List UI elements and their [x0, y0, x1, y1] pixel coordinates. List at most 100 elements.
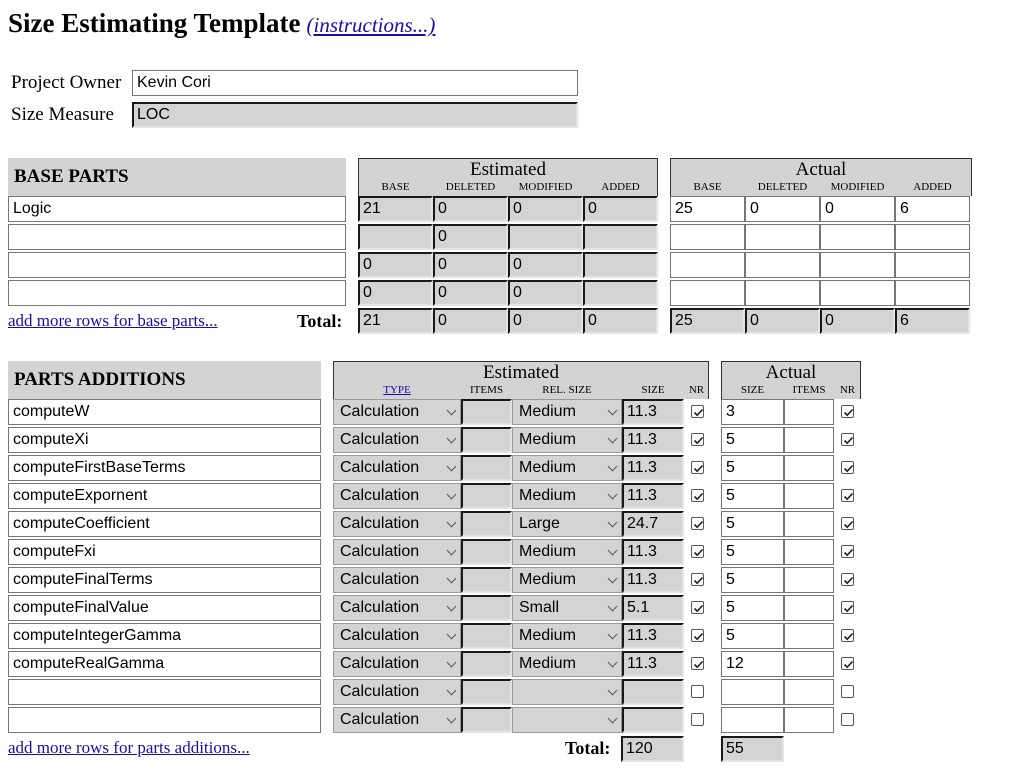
rel-size-select[interactable]: Medium [512, 567, 622, 593]
addition-name-field[interactable]: computeExpornent [8, 483, 321, 509]
act-size-field[interactable]: 5 [721, 595, 784, 621]
type-help-link[interactable]: TYPE [383, 384, 411, 396]
rel-size-select[interactable]: Medium [512, 427, 622, 453]
type-select[interactable]: Calculation [333, 511, 461, 537]
act-nr-checkbox[interactable] [841, 489, 854, 502]
type-select[interactable]: Calculation [333, 567, 461, 593]
act-items-field[interactable] [784, 679, 834, 705]
act-nr-checkbox[interactable] [841, 685, 854, 698]
add-additions-rows-link[interactable]: add more rows for parts additions... [8, 738, 250, 758]
act-items-field[interactable] [784, 567, 834, 593]
base-act-cell[interactable]: 25 [670, 196, 745, 222]
base-act-cell[interactable]: 0 [745, 196, 820, 222]
base-total-est-cell[interactable]: 0 [433, 308, 508, 334]
est-size-field[interactable]: 11.3 [622, 539, 684, 565]
act-size-field[interactable] [721, 679, 784, 705]
base-act-cell[interactable] [895, 280, 970, 306]
size-measure-field[interactable]: LOC [132, 102, 578, 128]
est-nr-checkbox[interactable] [691, 629, 704, 642]
base-act-cell[interactable] [895, 252, 970, 278]
type-select[interactable]: Calculation [333, 707, 461, 733]
est-size-field[interactable]: 11.3 [622, 567, 684, 593]
act-nr-checkbox[interactable] [841, 601, 854, 614]
base-total-est-cell[interactable]: 0 [583, 308, 658, 334]
est-nr-checkbox[interactable] [691, 657, 704, 670]
act-size-field[interactable]: 5 [721, 539, 784, 565]
est-size-field[interactable]: 24.7 [622, 511, 684, 537]
type-select[interactable]: Calculation [333, 455, 461, 481]
act-items-field[interactable] [784, 455, 834, 481]
base-act-cell[interactable] [895, 224, 970, 250]
type-select[interactable]: Calculation [333, 399, 461, 425]
act-items-field[interactable] [784, 707, 834, 733]
type-select[interactable]: Calculation [333, 539, 461, 565]
type-select[interactable]: Calculation [333, 651, 461, 677]
act-items-field[interactable] [784, 399, 834, 425]
base-total-act-cell[interactable]: 0 [820, 308, 895, 334]
base-act-cell[interactable] [745, 252, 820, 278]
base-part-name-field[interactable] [8, 252, 346, 278]
base-total-act-cell[interactable]: 0 [745, 308, 820, 334]
est-nr-checkbox[interactable] [691, 685, 704, 698]
project-owner-field[interactable]: Kevin Cori [132, 70, 578, 96]
est-nr-checkbox[interactable] [691, 713, 704, 726]
act-nr-checkbox[interactable] [841, 573, 854, 586]
additions-total-act-size[interactable]: 55 [721, 736, 784, 762]
act-items-field[interactable] [784, 623, 834, 649]
base-act-cell[interactable] [820, 252, 895, 278]
est-items-field[interactable] [461, 623, 512, 649]
addition-name-field[interactable] [8, 707, 321, 733]
act-size-field[interactable]: 3 [721, 399, 784, 425]
act-nr-checkbox[interactable] [841, 629, 854, 642]
addition-name-field[interactable]: computeFinalTerms [8, 567, 321, 593]
base-part-name-field[interactable] [8, 224, 346, 250]
rel-size-select[interactable]: Small [512, 595, 622, 621]
addition-name-field[interactable]: computeFirstBaseTerms [8, 455, 321, 481]
est-size-field[interactable] [622, 679, 684, 705]
base-est-cell[interactable]: 0 [358, 280, 433, 306]
base-est-cell[interactable]: 0 [433, 224, 508, 250]
est-size-field[interactable]: 11.3 [622, 483, 684, 509]
est-size-field[interactable]: 11.3 [622, 623, 684, 649]
act-size-field[interactable]: 12 [721, 651, 784, 677]
est-items-field[interactable] [461, 427, 512, 453]
base-act-cell[interactable] [820, 224, 895, 250]
est-size-field[interactable]: 11.3 [622, 399, 684, 425]
act-nr-checkbox[interactable] [841, 433, 854, 446]
addition-name-field[interactable]: computeIntegerGamma [8, 623, 321, 649]
act-items-field[interactable] [784, 651, 834, 677]
base-act-cell[interactable] [745, 224, 820, 250]
base-part-name-field[interactable]: Logic [8, 196, 346, 222]
addition-name-field[interactable]: computeCoefficient [8, 511, 321, 537]
act-items-field[interactable] [784, 427, 834, 453]
base-act-cell[interactable] [670, 252, 745, 278]
type-select[interactable]: Calculation [333, 483, 461, 509]
est-items-field[interactable] [461, 539, 512, 565]
act-items-field[interactable] [784, 511, 834, 537]
est-items-field[interactable] [461, 651, 512, 677]
act-size-field[interactable]: 5 [721, 427, 784, 453]
type-select[interactable]: Calculation [333, 679, 461, 705]
act-size-field[interactable] [721, 707, 784, 733]
act-size-field[interactable]: 5 [721, 567, 784, 593]
base-est-cell[interactable]: 21 [358, 196, 433, 222]
additions-total-est-size[interactable]: 120 [621, 736, 684, 762]
rel-size-select[interactable]: Medium [512, 651, 622, 677]
rel-size-select[interactable]: Large [512, 511, 622, 537]
base-total-est-cell[interactable]: 21 [358, 308, 433, 334]
act-nr-checkbox[interactable] [841, 517, 854, 530]
est-items-field[interactable] [461, 455, 512, 481]
addition-name-field[interactable]: computeFxi [8, 539, 321, 565]
instructions-link[interactable]: (instructions...) [307, 13, 436, 37]
est-items-field[interactable] [461, 679, 512, 705]
base-act-cell[interactable] [670, 224, 745, 250]
addition-name-field[interactable]: computeFinalValue [8, 595, 321, 621]
est-size-field[interactable] [622, 707, 684, 733]
act-items-field[interactable] [784, 539, 834, 565]
base-est-cell[interactable] [583, 224, 658, 250]
rel-size-select[interactable]: Medium [512, 483, 622, 509]
type-select[interactable]: Calculation [333, 623, 461, 649]
est-nr-checkbox[interactable] [691, 545, 704, 558]
base-est-cell[interactable]: 0 [433, 252, 508, 278]
base-act-cell[interactable] [820, 280, 895, 306]
